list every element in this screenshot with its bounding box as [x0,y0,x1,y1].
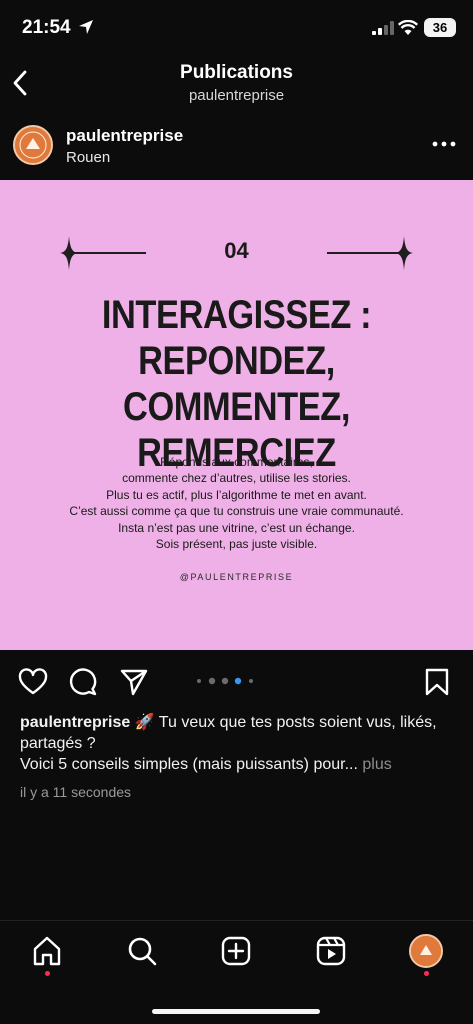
send-icon[interactable] [119,668,149,696]
avatar-logo-icon [15,127,51,163]
carousel-dot [221,677,229,685]
heart-icon[interactable] [18,668,48,696]
page-subtitle: paulentreprise [188,87,285,104]
post-author[interactable]: paulentreprise [66,126,183,146]
carousel-dot [197,679,201,683]
headline-line: REPONDEZ, COMMENTEZ, [123,339,350,429]
post-location[interactable]: Rouen [66,149,110,166]
notification-dot [424,971,429,976]
caption-more-link[interactable]: plus [362,756,391,773]
body-line: Réponds aux commentaires, [160,455,313,469]
sparkle-star-icon [395,236,413,270]
decorative-line [327,252,399,254]
nav-header: Publications paulentreprise [0,56,473,112]
bottom-nav [0,920,473,1024]
more-horizontal-icon[interactable] [432,140,456,148]
body-line: Insta n’est pas une vitrine, c’est un éc… [118,520,355,535]
comment-icon[interactable] [68,668,98,696]
create-icon[interactable] [220,935,252,967]
signal-icon [372,21,394,35]
author-avatar[interactable] [13,125,53,165]
post-image[interactable]: 04 INTERAGISSEZ : REPONDEZ, COMMENTEZ, R… [0,180,473,650]
post-caption: paulentreprise 🚀 Tu veux que tes posts s… [20,712,460,775]
body-line: Plus tu es actif, plus l’algorithme te m… [106,487,367,502]
page-title: Publications [180,62,293,83]
avatar-logo-icon [411,936,441,966]
notification-dot [45,971,50,976]
location-arrow-icon [79,20,93,34]
home-indicator [152,1009,320,1014]
profile-avatar[interactable] [409,934,443,968]
caption-username[interactable]: paulentreprise [20,714,130,731]
slide-headline: INTERAGISSEZ : REPONDEZ, COMMENTEZ, REME… [33,292,440,476]
body-line: C’est aussi comme ça que tu construis un… [69,504,404,519]
post-actions [0,660,473,704]
carousel-dot [234,677,242,685]
carousel-indicator [197,677,253,685]
reels-icon[interactable] [315,935,347,967]
bookmark-icon[interactable] [422,668,452,696]
slide-handle: @PAULENTREPRISE [179,572,294,582]
post-timestamp: il y a 11 secondes [20,784,132,800]
carousel-dot [208,677,216,685]
body-line: commente chez d’autres, utilise les stor… [122,471,351,486]
status-time: 21:54 [22,17,71,38]
body-line: Sois présent, pas juste visible. [155,537,318,552]
battery-indicator: 36 [424,18,456,37]
status-bar: 21:54 36 [0,0,473,56]
carousel-dot [249,679,253,683]
search-icon[interactable] [126,935,158,967]
post-header: paulentreprise Rouen [0,118,473,174]
caption-line-2: Voici 5 conseils simples (mais puissants… [20,756,358,773]
slide-body: Réponds aux commentaires, commente chez … [0,454,473,552]
headline-line: INTERAGISSEZ : [101,293,372,337]
wifi-icon [398,20,418,35]
home-icon[interactable] [31,935,63,967]
